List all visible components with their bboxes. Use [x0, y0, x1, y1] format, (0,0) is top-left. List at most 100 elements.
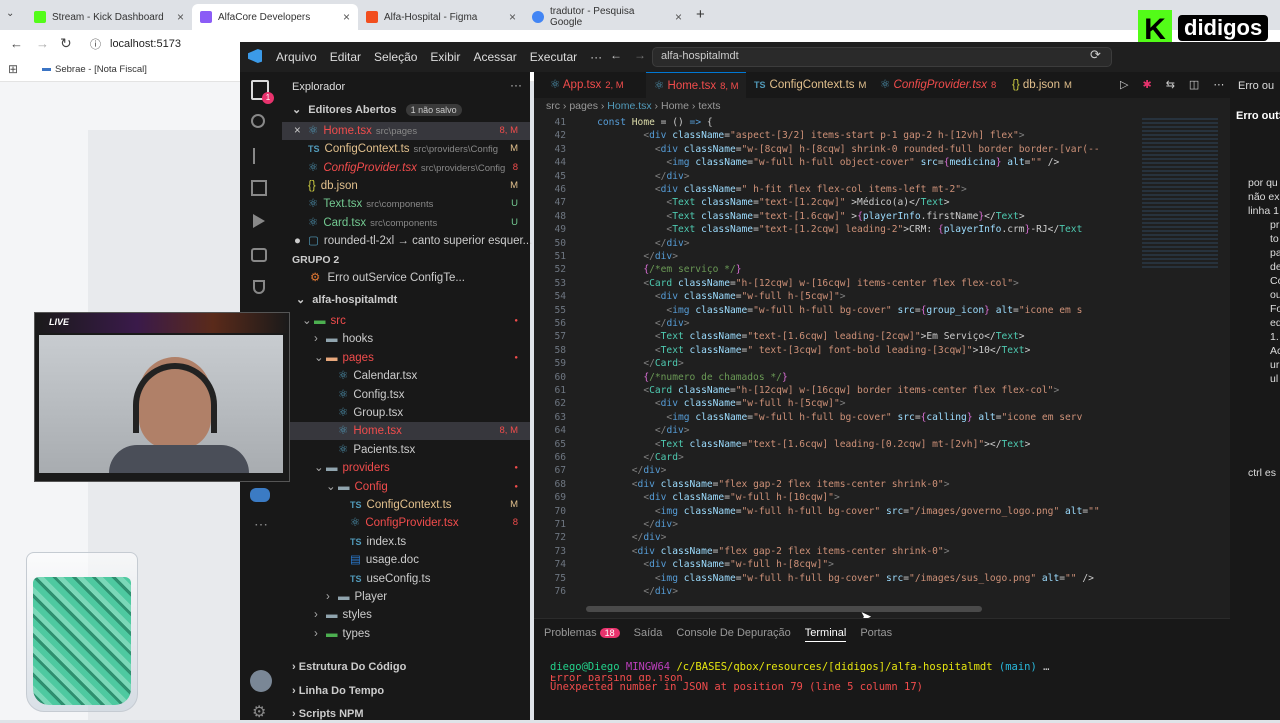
unsaved-dot-icon[interactable]: ●	[294, 232, 308, 250]
code-line[interactable]: </div>	[574, 518, 678, 531]
split-editor-icon[interactable]: ◫	[1189, 78, 1199, 91]
explorer-more-button[interactable]: ···	[510, 78, 522, 92]
tree-item[interactable]: ⚛ Home.tsx 8, M	[282, 422, 530, 441]
tree-item[interactable]: › ▬ types	[282, 625, 530, 643]
code-line[interactable]: <div className="flex gap-2 flex items-ce…	[574, 545, 950, 558]
tab-output[interactable]: Saída	[634, 627, 663, 642]
open-editor-item[interactable]: TS ConfigContext.ts src\providers\Config M	[282, 140, 530, 158]
open-editor-item[interactable]: ● ▢ rounded-tl-2xl → canto superior esquer…	[282, 232, 532, 250]
code-line[interactable]: </Card>	[574, 357, 683, 370]
back-icon[interactable]: ←	[10, 36, 23, 51]
copilot-icon[interactable]: ⟳	[1090, 47, 1101, 63]
tab-problems[interactable]: Problemas 18	[544, 627, 620, 642]
code-line[interactable]: <Text className="text-[1.6cqw] leading-[…	[574, 330, 1025, 343]
horizontal-scrollbar[interactable]	[586, 606, 982, 612]
code-line[interactable]: <img className="w-full h-full bg-cover" …	[574, 411, 1082, 424]
open-editor-item[interactable]: ⚛ Card.tsx src\components U	[282, 214, 530, 232]
site-info-icon[interactable]: ⓘ	[90, 36, 101, 52]
open-editor-item[interactable]: {} db.json M	[282, 177, 530, 195]
tree-item[interactable]: ▤ usage.doc	[282, 551, 530, 569]
code-line[interactable]: <div className="flex gap-2 flex items-ce…	[574, 478, 950, 491]
tree-item[interactable]: ⌄ ▬ providers ●	[282, 459, 530, 477]
browser-tab-alfacore[interactable]: AlfaCore Developers ×	[192, 4, 358, 30]
extensions-icon[interactable]	[251, 180, 267, 196]
code-line[interactable]: <Text className="text-[1.6cqw]" >{player…	[574, 210, 1024, 223]
menu-arquivo[interactable]: Arquivo	[276, 50, 317, 64]
compare-icon[interactable]: ⇆	[1166, 78, 1175, 91]
settings-gear-icon[interactable]: ⚙	[252, 702, 266, 722]
project-root-header[interactable]: ⌄ alfa-hospitalmdt	[282, 291, 397, 309]
code-line[interactable]: </div>	[574, 464, 667, 477]
run-icon[interactable]: ▷	[1120, 78, 1128, 91]
menu-exibir[interactable]: Exibir	[430, 50, 460, 64]
tab-ports[interactable]: Portas	[860, 627, 892, 642]
more-actions-icon[interactable]: ⋯	[1213, 78, 1224, 91]
account-avatar[interactable]	[250, 670, 272, 692]
close-icon[interactable]: ×	[509, 10, 516, 24]
browser-tab-kick[interactable]: Stream - Kick Dashboard ×	[26, 4, 192, 30]
code-line[interactable]: {/*em serviço */}	[574, 263, 741, 276]
reload-icon[interactable]: ↻	[60, 35, 72, 52]
editor-tab[interactable]: {} db.json M	[1004, 72, 1078, 98]
apps-grid-icon[interactable]: ⊞	[8, 62, 18, 76]
code-line[interactable]: <img className="w-full h-full object-cov…	[574, 156, 1059, 169]
search-icon[interactable]	[251, 114, 265, 128]
code-line[interactable]: </div>	[574, 317, 690, 330]
editor-tab[interactable]: ⚛ App.tsx 2, M	[542, 72, 646, 98]
tree-item[interactable]: ⌄ ▬ src ●	[282, 312, 530, 330]
remote-icon[interactable]	[251, 248, 267, 262]
code-line[interactable]: <img className="w-full h-full bg-cover" …	[574, 572, 1094, 585]
code-line[interactable]: <div className="w-full h-[5cqw]">	[574, 290, 846, 303]
tree-item[interactable]: TS index.ts	[282, 533, 530, 551]
tree-item[interactable]: ⚛ Pacients.tsx	[282, 441, 530, 459]
code-line[interactable]: <div className="w-full h-[5cqw]">	[574, 397, 846, 410]
close-icon[interactable]: ×	[675, 10, 682, 24]
source-control-icon[interactable]	[253, 148, 265, 164]
open-editor-item[interactable]: ⚛ Text.tsx src\components U	[282, 195, 530, 213]
browser-tab-google[interactable]: tradutor - Pesquisa Google ×	[524, 4, 690, 30]
chat-tab[interactable]: Erro ou	[1238, 80, 1274, 92]
open-editor-item[interactable]: ⚙ Erro outService ConfigTe...	[310, 269, 530, 287]
tree-item[interactable]: ⚛ Calendar.tsx	[282, 367, 530, 385]
section-npm-scripts[interactable]: › Scripts NPM	[292, 705, 364, 723]
code-line[interactable]: <div className=" h-fit flex flex-col ite…	[574, 183, 967, 196]
code-line[interactable]: <Text className=" text-[3cqw] font-bold …	[574, 344, 1030, 357]
code-line[interactable]: </div>	[574, 237, 690, 250]
code-line[interactable]: <div className="w-full h-[8cqw]">	[574, 558, 834, 571]
tree-item[interactable]: ⚛ ConfigProvider.tsx 8	[282, 514, 530, 532]
tree-item[interactable]: ⌄ ▬ pages ●	[282, 349, 530, 367]
menu-more[interactable]: ···	[590, 50, 602, 64]
breadcrumb-item[interactable]: Home.tsx	[607, 100, 651, 112]
code-line[interactable]: const Home = () => {	[574, 116, 713, 129]
browser-tab-figma[interactable]: Alfa-Hospital - Figma ×	[358, 4, 524, 30]
terminal-output[interactable]: diego@Diego MINGW64 /c/BASES/qbox/resour…	[550, 661, 1049, 693]
new-tab-button[interactable]: +	[696, 6, 705, 23]
tree-item[interactable]: › ▬ styles	[282, 606, 530, 624]
open-editor-item[interactable]: ⚛ ConfigProvider.tsx src\providers\Config 8	[282, 159, 530, 177]
tree-item[interactable]: ⚛ Group.tsx	[282, 404, 530, 422]
nav-forward-icon[interactable]: →	[634, 48, 646, 62]
code-line[interactable]: {/*numero de chamados */}	[574, 371, 787, 384]
code-line[interactable]: </Card>	[574, 451, 683, 464]
code-line[interactable]: <Card className="h-[12cqw] w-[16cqw] bor…	[574, 384, 1059, 397]
tree-item[interactable]: TS ConfigContext.ts M	[282, 496, 530, 514]
tab-terminal[interactable]: Terminal	[804, 627, 847, 642]
code-line[interactable]: <div className="w-full h-[10cqw]">	[574, 491, 839, 504]
tree-item[interactable]: › ▬ hooks	[282, 330, 530, 348]
menu-selecao[interactable]: Seleção	[374, 50, 417, 64]
forward-icon[interactable]: →	[36, 36, 49, 51]
breadcrumb-item[interactable]: pages	[569, 100, 598, 112]
nav-back-icon[interactable]: ←	[610, 48, 622, 62]
run-debug-icon[interactable]	[253, 214, 265, 228]
tree-item[interactable]: › ▬ Player	[282, 588, 530, 606]
bookmark-sebrae[interactable]: Sebrae - [Nota Fiscal]	[42, 64, 147, 75]
more-views-icon[interactable]: ⋯	[254, 516, 268, 533]
tree-item[interactable]: ⌄ ▬ Config ●	[282, 478, 530, 496]
code-line[interactable]: </div>	[574, 170, 690, 183]
code-line[interactable]: <Card className="h-[12cqw] w-[16cqw] ite…	[574, 277, 1018, 290]
menu-executar[interactable]: Executar	[530, 50, 577, 64]
code-line[interactable]: <Text className="text-[1.2cqw] leading-2…	[574, 223, 1082, 236]
close-icon[interactable]: ×	[343, 10, 350, 24]
code-line[interactable]: <div className="w-[8cqw] h-[8cqw] shrink…	[574, 143, 1100, 156]
code-line[interactable]: </div>	[574, 585, 678, 598]
